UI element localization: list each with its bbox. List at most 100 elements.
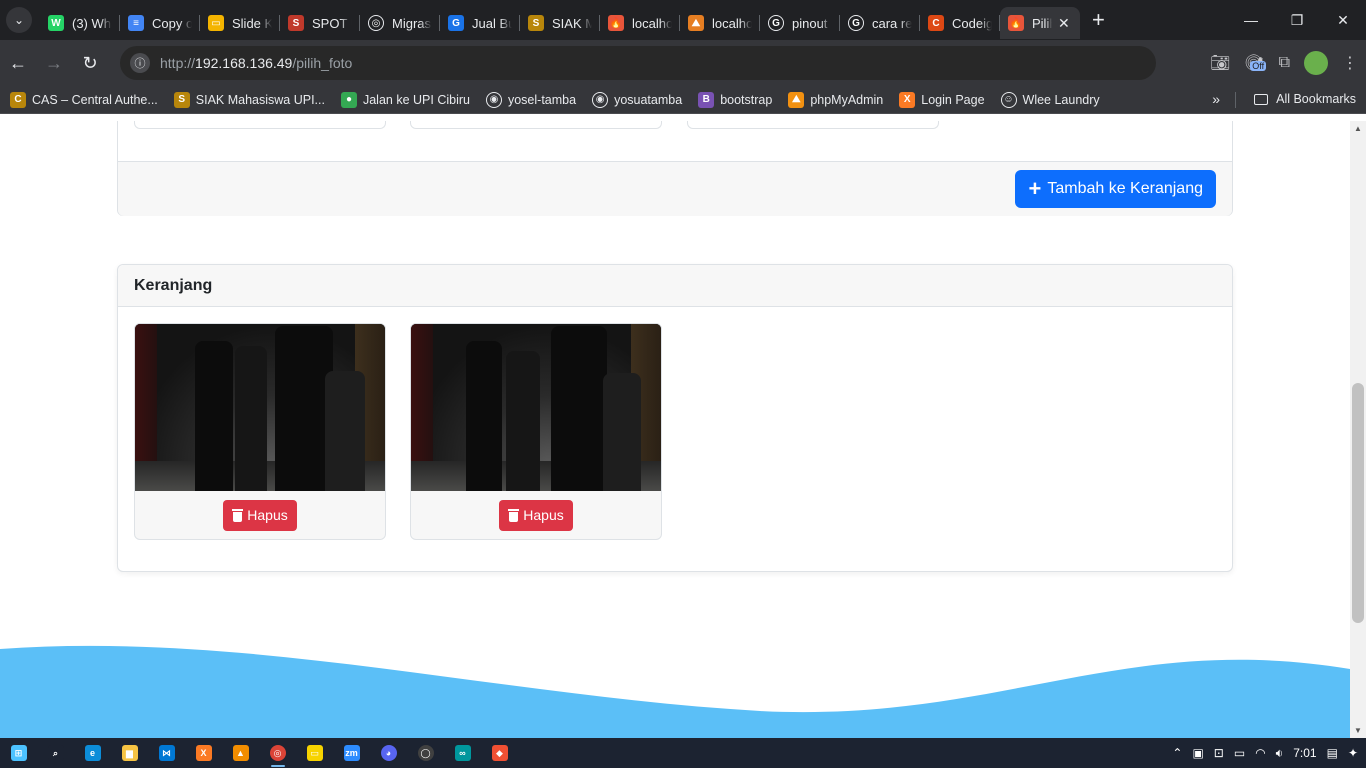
obs-taskbar-icon[interactable]: ◯ <box>407 738 444 768</box>
xampp-icon: X <box>195 745 212 761</box>
tab[interactable]: ≡ Copy of <box>120 7 200 39</box>
back-button[interactable]: ← <box>0 45 36 81</box>
tab[interactable]: ◎ Migrasi <box>360 7 440 39</box>
bookmark-item[interactable]: ☺ Wlee Laundry <box>1000 91 1100 108</box>
tab[interactable]: 🔥 localhost <box>600 7 680 39</box>
screenshot-camera-icon[interactable]: 📷︎ <box>1210 53 1230 73</box>
site-info-icon[interactable]: ⓘ <box>130 53 150 73</box>
bookmark-favicon-icon: B <box>698 91 715 108</box>
vscode-taskbar-icon[interactable]: ⋈ <box>148 738 185 768</box>
bookmark-item[interactable]: ⛰ phpMyAdmin <box>788 91 884 108</box>
edge-taskbar-icon[interactable]: e <box>74 738 111 768</box>
minimize-button[interactable]: — <box>1228 0 1274 40</box>
all-bookmarks-button[interactable]: All Bookmarks <box>1254 92 1356 106</box>
notifications-icon[interactable]: ▤ <box>1327 746 1338 760</box>
delete-button[interactable]: Hapus <box>223 499 297 531</box>
scroll-up-icon[interactable]: ▲ <box>1354 124 1362 133</box>
discord-icon: ◕ <box>380 745 397 761</box>
scroll-down-icon[interactable]: ▼ <box>1354 726 1362 735</box>
bookmark-item[interactable]: ● Jalan ke UPI Cibiru <box>340 91 470 108</box>
new-tab-button[interactable]: + <box>1092 7 1105 33</box>
meet-icon[interactable]: ▣ <box>1192 746 1203 760</box>
bookmark-label: SIAK Mahasiswa UPI... <box>195 92 325 107</box>
sticky-notes-taskbar-icon[interactable]: ▭ <box>296 738 333 768</box>
tab-active[interactable]: 🔥 Pilih Foto ✕ <box>1000 7 1080 39</box>
chrome-taskbar-icon[interactable]: ◎ <box>259 738 296 768</box>
bookmark-item[interactable]: S SIAK Mahasiswa UPI... <box>173 91 325 108</box>
forward-button[interactable]: → <box>36 45 72 81</box>
tab-label: pinout <box>792 15 828 31</box>
wifi-icon[interactable]: ◠ <box>1255 746 1265 760</box>
bookmark-favicon-icon: ● <box>340 91 357 108</box>
close-window-button[interactable]: ✕ <box>1320 0 1366 40</box>
photo-card-stub <box>687 121 939 129</box>
photo-selection-card: + Tambah ke Keranjang <box>117 121 1233 216</box>
bookmark-item[interactable]: Bbootstrap <box>698 91 772 108</box>
volume-icon[interactable]: 🔉︎ <box>1276 746 1284 761</box>
vlc-taskbar-icon[interactable]: ▲ <box>222 738 259 768</box>
tab[interactable]: S SIAK Mahasiswa <box>520 7 600 39</box>
battery-icon[interactable]: ▭ <box>1234 746 1245 760</box>
bookmark-favicon-icon: ☺ <box>1000 91 1017 108</box>
bookmark-item[interactable]: ◉ yosel-tamba <box>485 91 576 108</box>
tab-search-button[interactable]: ⌄ <box>6 7 32 33</box>
display-icon[interactable]: ⊡ <box>1214 746 1224 760</box>
page-viewport: + Tambah ke Keranjang Keranjang Hapus Ha… <box>0 121 1350 738</box>
start-taskbar-icon[interactable]: ⊞ <box>0 738 37 768</box>
scroll-thumb[interactable] <box>1352 383 1364 623</box>
tab[interactable]: W (3) WhatsApp <box>40 7 120 39</box>
arrow-left-icon: ← <box>9 52 27 73</box>
bookmark-label: Jalan ke UPI Cibiru <box>362 92 470 107</box>
bookmark-favicon-icon: C <box>10 91 26 108</box>
taskbar-apps: ⊞ ⌕ e ▆ ⋈ X ▲ ◎ ▭ zm ◕ ◯ ∞ ◆ <box>0 738 518 768</box>
menu-kebab-icon[interactable]: ⋮ <box>1342 53 1358 73</box>
xampp-taskbar-icon[interactable]: X <box>185 738 222 768</box>
tab[interactable]: Gpinout <box>760 7 840 39</box>
bookmarks-overflow-button[interactable]: » <box>1212 91 1220 107</box>
close-tab-icon[interactable]: ✕ <box>1058 15 1070 32</box>
tab-label: cara re <box>872 15 912 31</box>
tab-label: SIAK Mahasiswa <box>552 15 592 31</box>
tab-favicon-icon: S <box>288 15 304 31</box>
tab-favicon-icon: C <box>928 15 944 31</box>
search-taskbar-icon[interactable]: ⌕ <box>37 738 74 768</box>
discord-taskbar-icon[interactable]: ◕ <box>370 738 407 768</box>
reload-button[interactable]: ↻ <box>72 45 108 81</box>
delete-button[interactable]: Hapus <box>499 499 573 531</box>
arduino-taskbar-icon[interactable]: ∞ <box>444 738 481 768</box>
extension-off-icon[interactable]: 🎯︎Off <box>1244 53 1267 73</box>
browser-toolbar: ← → ↻ ⓘ http://192.168.136.49/pilih_foto… <box>0 40 1366 86</box>
tab[interactable]: Gcara re <box>840 7 920 39</box>
tab-favicon-icon: W <box>48 15 64 31</box>
trash-icon <box>508 508 520 522</box>
system-tray: ⌃ ▣ ⊡ ▭ ◠ 🔉︎ 7:01 ▤ ✦ <box>1172 738 1366 768</box>
tab[interactable]: ▭ Slide Kelompok <box>200 7 280 39</box>
restore-button[interactable]: ❐ <box>1274 0 1320 40</box>
extension-badge: Off <box>1250 61 1267 71</box>
extensions-puzzle-icon[interactable]: ⧉ <box>1279 54 1290 72</box>
chrome-icon: ◎ <box>269 745 286 761</box>
bookmarks-bar: C CAS – Central Authe... S SIAK Mahasiswa U… <box>0 86 1366 114</box>
tab[interactable]: ⛰ localhost <box>680 7 760 39</box>
copilot-icon[interactable]: ✦ <box>1348 746 1358 760</box>
photo-card-stub <box>134 121 386 129</box>
clock[interactable]: 7:01 <box>1293 746 1316 760</box>
bookmark-label: yosuatamba <box>614 92 683 107</box>
bookmark-item[interactable]: X Login Page <box>899 91 985 108</box>
tab[interactable]: S SPOT UPI <box>280 7 360 39</box>
bookmark-label: phpMyAdmin <box>810 92 884 107</box>
address-bar[interactable]: ⓘ http://192.168.136.49/pilih_foto <box>120 46 1156 80</box>
profile-avatar[interactable] <box>1304 51 1328 75</box>
add-to-cart-button[interactable]: + Tambah ke Keranjang <box>1015 170 1216 208</box>
page-scrollbar[interactable]: ▲ ▼ <box>1350 121 1366 738</box>
explorer-taskbar-icon[interactable]: ▆ <box>111 738 148 768</box>
git-taskbar-icon[interactable]: ◆ <box>481 738 518 768</box>
tab-favicon-icon: G <box>848 15 864 31</box>
bookmark-item[interactable]: C CAS – Central Authe... <box>10 91 158 108</box>
zoom-taskbar-icon[interactable]: zm <box>333 738 370 768</box>
tab[interactable]: C Codeigniter <box>920 7 1000 39</box>
url-scheme: http:// <box>160 55 196 71</box>
tab[interactable]: G Jual Buku <box>440 7 520 39</box>
bookmark-item[interactable]: ◉ yosuatamba <box>592 91 683 108</box>
chevron-up-icon[interactable]: ⌃ <box>1172 746 1182 760</box>
